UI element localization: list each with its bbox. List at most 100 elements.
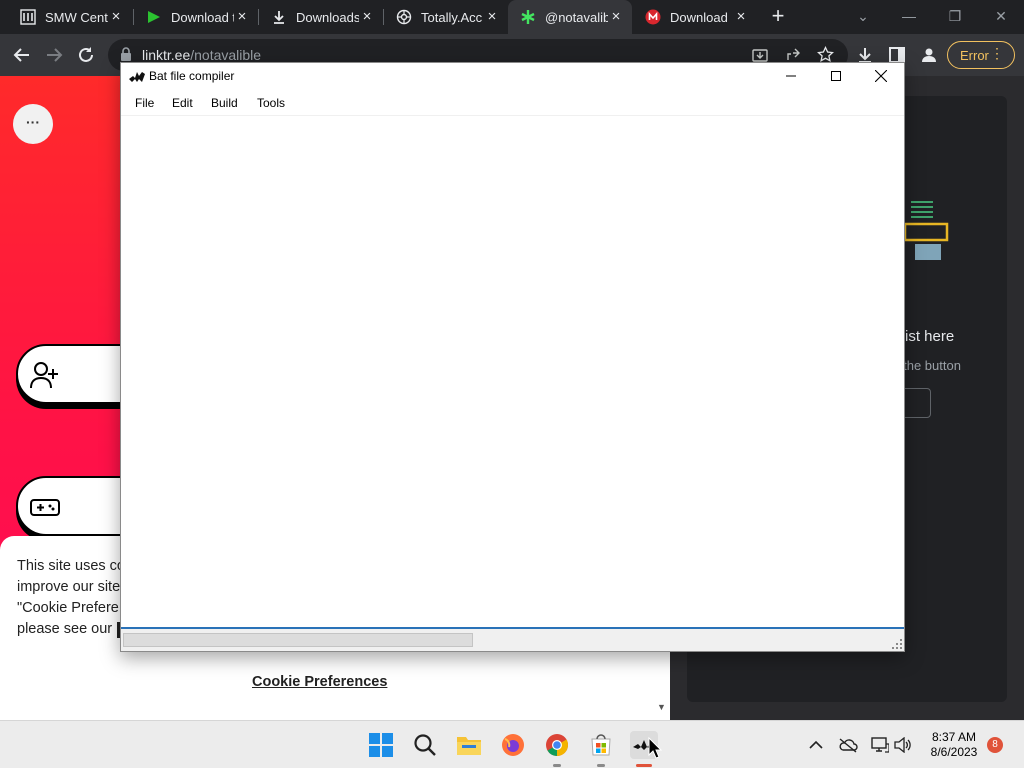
speaker-icon bbox=[894, 737, 911, 753]
person-icon bbox=[922, 48, 936, 62]
arrow-right-icon bbox=[47, 48, 63, 62]
tab-smw-central[interactable]: SMW Centr × bbox=[8, 0, 132, 34]
active-indicator bbox=[636, 764, 652, 767]
minimize-icon bbox=[786, 75, 796, 77]
close-icon[interactable]: × bbox=[733, 9, 749, 25]
more-vert-icon: ⋮ bbox=[990, 45, 1004, 61]
close-icon[interactable]: × bbox=[234, 9, 250, 25]
cloud-off-icon bbox=[839, 738, 858, 753]
lock-icon bbox=[121, 47, 131, 61]
tab-title: Downloads bbox=[296, 9, 359, 25]
linktree-icon bbox=[520, 9, 536, 25]
chrome-icon bbox=[546, 734, 568, 756]
star-icon[interactable] bbox=[817, 46, 834, 63]
bat-icon bbox=[129, 72, 145, 82]
windows-start-button[interactable] bbox=[367, 731, 395, 759]
status-bar bbox=[121, 630, 904, 651]
app-titlebar[interactable]: Bat file compiler bbox=[121, 63, 904, 89]
profile-button[interactable] bbox=[916, 42, 942, 68]
tab-title: Download bbox=[670, 9, 728, 25]
show-hidden-icons-button[interactable] bbox=[806, 735, 826, 755]
windows-start-icon bbox=[369, 733, 393, 757]
tab-title: SMW Centr bbox=[45, 9, 108, 25]
forward-button[interactable] bbox=[41, 42, 67, 68]
clock-date: 8/6/2023 bbox=[930, 745, 978, 759]
file-explorer-button[interactable] bbox=[455, 731, 483, 759]
running-indicator bbox=[597, 764, 605, 767]
app-title: Bat file compiler bbox=[149, 69, 235, 83]
close-icon[interactable]: × bbox=[608, 9, 624, 25]
share-icon[interactable] bbox=[785, 47, 801, 63]
minimize-window-button[interactable]: — bbox=[895, 4, 923, 28]
install-icon[interactable] bbox=[752, 47, 768, 63]
microsoft-store-icon bbox=[591, 734, 611, 756]
close-window-button[interactable]: ✕ bbox=[987, 4, 1015, 28]
onedrive-button[interactable] bbox=[838, 735, 858, 755]
reload-icon bbox=[79, 47, 93, 62]
add-user-icon bbox=[30, 362, 58, 389]
gear-globe-icon bbox=[396, 9, 412, 25]
firefox-button[interactable] bbox=[499, 731, 527, 759]
more-options-button[interactable]: ··· bbox=[13, 104, 53, 144]
chevron-up-icon bbox=[809, 740, 823, 749]
play-arrow-icon bbox=[146, 9, 162, 25]
side-panel-title: ist here bbox=[905, 328, 955, 345]
reload-button[interactable] bbox=[73, 42, 99, 68]
horizontal-scrollbar[interactable] bbox=[123, 633, 473, 647]
bat-file-compiler-window: Bat file compiler File Edit Build Tools bbox=[120, 62, 905, 652]
firefox-icon bbox=[502, 734, 524, 756]
volume-button[interactable] bbox=[893, 735, 913, 755]
download-icon bbox=[271, 9, 287, 25]
microsoft-store-button[interactable] bbox=[587, 731, 615, 759]
url-text: linktr.ee/notavalible bbox=[142, 47, 262, 63]
arrow-left-icon bbox=[13, 48, 29, 62]
network-button[interactable] bbox=[870, 735, 890, 755]
tab-downloads[interactable]: Downloads × bbox=[259, 0, 383, 34]
tab-title: Download t bbox=[171, 9, 234, 25]
close-button[interactable] bbox=[858, 63, 904, 89]
tab-title: @notavalib bbox=[545, 9, 608, 25]
gamepad-icon bbox=[30, 499, 60, 516]
restore-window-button[interactable]: ❐ bbox=[941, 4, 969, 28]
mega-icon bbox=[645, 9, 661, 25]
taskbar: 8:37 AM 8/6/2023 8 bbox=[0, 720, 1024, 768]
browser-tab-strip: SMW Centr × Download t × Downloads × Tot… bbox=[0, 0, 1024, 34]
notification-badge[interactable]: 8 bbox=[987, 737, 1003, 753]
tab-download[interactable]: Download t × bbox=[134, 0, 258, 34]
close-icon bbox=[875, 70, 887, 82]
maximize-icon bbox=[831, 71, 841, 81]
close-icon[interactable]: × bbox=[359, 9, 375, 25]
tab-mega-download[interactable]: Download × bbox=[633, 0, 757, 34]
running-indicator bbox=[553, 764, 561, 767]
tab-linktree[interactable]: @notavalib × bbox=[508, 0, 632, 34]
chevron-down-icon[interactable]: ⌄ bbox=[849, 4, 877, 28]
chrome-button[interactable] bbox=[543, 731, 571, 759]
maximize-button[interactable] bbox=[813, 63, 859, 89]
menu-edit[interactable]: Edit bbox=[172, 96, 193, 110]
close-icon[interactable]: × bbox=[484, 9, 500, 25]
resize-grip-icon[interactable] bbox=[892, 639, 902, 649]
search-button[interactable] bbox=[411, 731, 439, 759]
tab-totally-accurate[interactable]: Totally.Acc × bbox=[384, 0, 508, 34]
clock[interactable]: 8:37 AM 8/6/2023 bbox=[920, 730, 988, 760]
minimize-button[interactable] bbox=[768, 63, 814, 89]
smw-central-icon bbox=[20, 9, 36, 25]
menu-tools[interactable]: Tools bbox=[257, 96, 285, 110]
error-button[interactable]: Error ⋮ bbox=[947, 41, 1015, 69]
mouse-cursor-icon bbox=[648, 737, 662, 759]
file-explorer-icon bbox=[457, 737, 481, 755]
reading-list-illustration-icon bbox=[903, 201, 949, 260]
menu-file[interactable]: File bbox=[135, 96, 154, 110]
search-icon bbox=[414, 734, 436, 756]
code-editor[interactable] bbox=[121, 116, 904, 629]
cookie-preferences-link[interactable]: Cookie Preferences bbox=[252, 674, 387, 690]
clock-time: 8:37 AM bbox=[931, 730, 977, 744]
tab-title: Totally.Acc bbox=[421, 9, 483, 25]
close-icon[interactable]: × bbox=[108, 9, 124, 25]
cookie-text: This site uses co improve our site "Cook… bbox=[17, 558, 125, 637]
scroll-down-arrow-icon[interactable]: ▼ bbox=[657, 702, 666, 712]
menu-build[interactable]: Build bbox=[211, 96, 238, 110]
new-tab-button[interactable]: + bbox=[766, 5, 790, 29]
add-current-tab-button[interactable] bbox=[901, 388, 931, 418]
back-button[interactable] bbox=[9, 42, 35, 68]
